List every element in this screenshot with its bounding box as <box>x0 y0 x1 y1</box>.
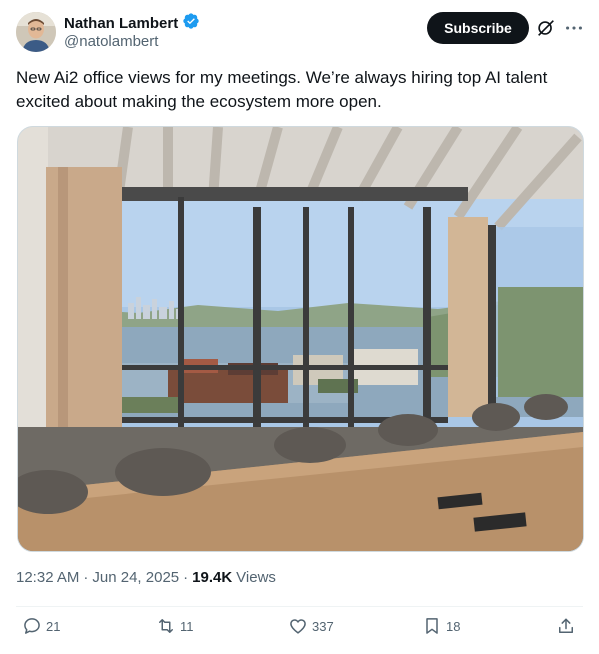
views-count[interactable]: 19.4K <box>192 569 232 586</box>
tweet-date[interactable]: Jun 24, 2025 <box>92 569 179 586</box>
heart-icon <box>290 619 306 634</box>
avatar-image <box>16 12 56 52</box>
author-name-row: Nathan Lambert <box>64 12 200 35</box>
meta-separator: · <box>83 569 89 586</box>
repost-count: 11 <box>180 618 194 634</box>
bookmark-icon <box>426 618 438 634</box>
reply-button[interactable]: 21 <box>22 616 60 636</box>
tweet-meta: 12:32 AM · Jun 24, 2025 · 19.4K Views <box>16 569 276 586</box>
subscribe-button[interactable]: Subscribe <box>427 12 529 44</box>
divider <box>16 606 583 607</box>
share-icon <box>559 618 573 633</box>
reply-count: 21 <box>46 618 61 634</box>
tweet-text: New Ai2 office views for my meetings. We… <box>16 68 548 111</box>
grok-icon[interactable] <box>535 17 557 39</box>
more-icon[interactable] <box>563 17 585 39</box>
like-button[interactable]: 337 <box>288 616 334 636</box>
bookmark-button[interactable]: 18 <box>422 616 460 636</box>
verified-badge-icon[interactable] <box>182 12 200 35</box>
author-name[interactable]: Nathan Lambert <box>64 15 178 32</box>
share-button[interactable] <box>556 616 576 636</box>
repost-icon <box>159 619 173 633</box>
like-count: 337 <box>312 618 334 634</box>
views-label: Views <box>236 569 276 586</box>
author-handle[interactable]: @natolambert <box>64 33 158 50</box>
repost-button[interactable]: 11 <box>156 616 194 636</box>
action-bar: 21 11 337 18 <box>16 616 583 644</box>
tweet-photo[interactable] <box>17 126 584 552</box>
meta-separator-2: · <box>183 569 189 586</box>
bookmark-count: 18 <box>446 618 461 634</box>
tweet-time[interactable]: 12:32 AM <box>16 569 79 586</box>
reply-icon <box>24 618 40 634</box>
avatar[interactable] <box>16 12 56 52</box>
